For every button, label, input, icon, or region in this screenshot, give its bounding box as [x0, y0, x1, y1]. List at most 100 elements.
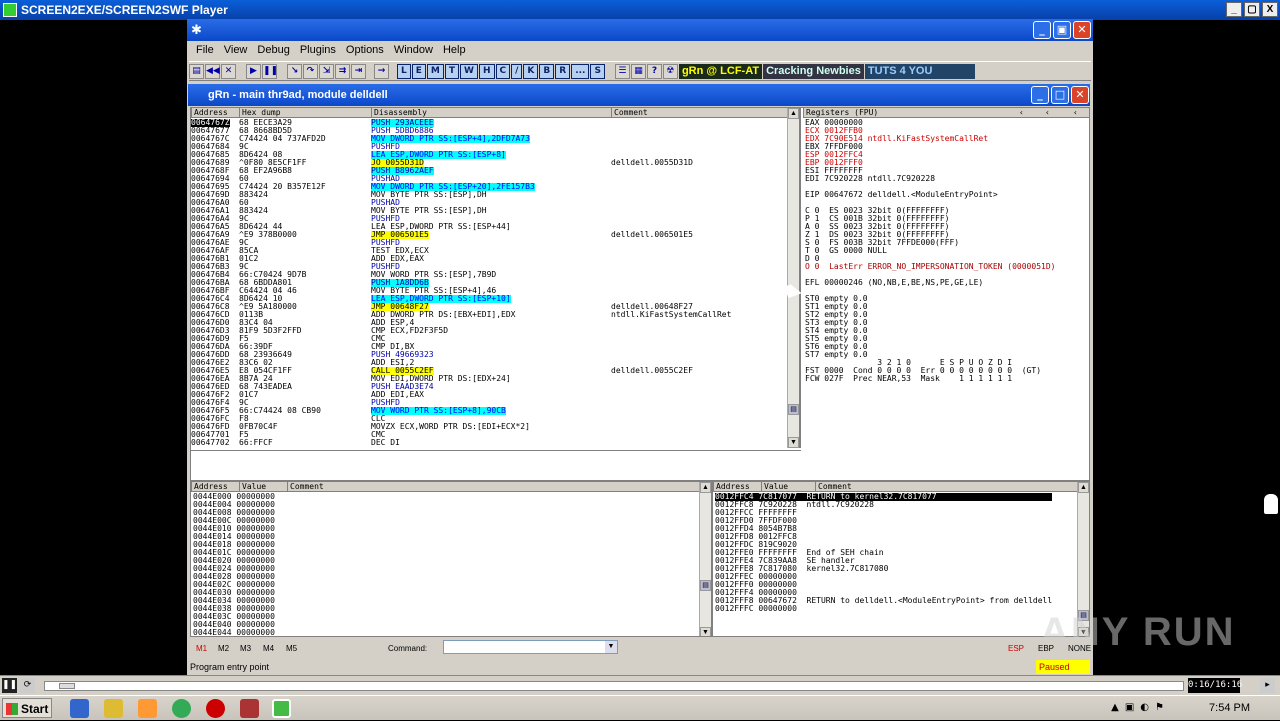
help-icon[interactable]: ? — [646, 63, 662, 79]
disassembly-pane[interactable]: Address Hex dump Disassembly Comment 006… — [191, 108, 801, 448]
col-address[interactable]: Address — [191, 108, 228, 118]
dump-col-value[interactable]: Value — [239, 482, 266, 492]
disasm-row[interactable]: 006476B1 01C2 ADD EDX,EAX — [191, 255, 791, 263]
tab-m4[interactable]: M4 — [263, 640, 274, 658]
loop-icon[interactable]: ⟳ — [20, 678, 35, 693]
disasm-row[interactable]: 006476A9 ^E9 378B0000 JMP 006501E5 delldell… — [191, 231, 791, 239]
olly-close-button[interactable]: ✕ — [1073, 21, 1091, 39]
pause-playback-icon[interactable]: ❚❚ — [2, 678, 17, 693]
disasm-row[interactable]: 006476A0 60 PUSHAD — [191, 199, 791, 207]
volume-icon[interactable]: ▸ — [1260, 678, 1275, 693]
tab-m1[interactable]: M1 — [196, 640, 207, 658]
menu-plugins[interactable]: Plugins — [295, 44, 341, 56]
dump-col-comment[interactable]: Comment — [287, 482, 324, 492]
chevron-down-icon[interactable]: ▼ — [605, 641, 617, 653]
tb-breakpoints[interactable]: B — [539, 63, 555, 79]
tb-modules[interactable]: E — [411, 63, 426, 79]
disasm-row[interactable]: 0064769D 883424 MOV BYTE PTR SS:[ESP],DH — [191, 191, 791, 199]
radiation-icon[interactable]: ☢ — [662, 63, 678, 79]
col-disassembly[interactable]: Disassembly — [371, 108, 427, 118]
menu-help[interactable]: Help — [438, 44, 471, 56]
tb-patches[interactable]: / — [511, 63, 523, 79]
restart-icon[interactable]: ◀◀ — [205, 63, 220, 79]
start-button[interactable]: Start — [2, 698, 52, 718]
tab-m3[interactable]: M3 — [240, 640, 251, 658]
tab-m5[interactable]: M5 — [286, 640, 297, 658]
disasm-row[interactable]: 00647695 C74424 20 B357E12F MOV DWORD PTR … — [191, 183, 791, 191]
disasm-row[interactable]: 006476CD 0113B ADD DWORD PTR DS:[EBX+EDI],… — [191, 311, 791, 319]
menu-view[interactable]: View — [219, 44, 253, 56]
goto-icon[interactable]: → — [374, 63, 389, 79]
stack-row[interactable]: 0012FFFC 00000000 — [715, 605, 1052, 613]
tb-source[interactable]: S — [590, 63, 605, 79]
playback-position[interactable] — [59, 683, 75, 689]
menu-file[interactable]: File — [191, 44, 219, 56]
media-player-icon[interactable] — [138, 699, 157, 718]
tb-log[interactable]: L — [397, 63, 411, 79]
player-task-icon[interactable] — [272, 699, 291, 718]
run-icon[interactable]: ▶ — [246, 63, 261, 79]
disasm-row[interactable]: 006476AF 85CA TEST EDX,ECX — [191, 247, 791, 255]
col-comment[interactable]: Comment — [611, 108, 648, 118]
stack-col-value[interactable]: Value — [761, 482, 788, 492]
list-icon[interactable]: ☰ — [614, 63, 630, 79]
menu-window[interactable]: Window — [389, 44, 438, 56]
disasm-row[interactable]: 0064768F 68 EF2A96B8 PUSH B8962AEF — [191, 167, 791, 175]
disasm-row[interactable]: 006476F5 66:C74424 08 CB90 MOV WORD PTR SS… — [191, 407, 791, 415]
pause-icon[interactable]: ❚❚ — [262, 63, 278, 79]
tb-memory[interactable]: M — [426, 63, 444, 79]
dump-col-address[interactable]: Address — [191, 482, 228, 492]
dump-scrollbar[interactable]: ▲ ▤ ▼ — [699, 482, 711, 636]
disasm-row[interactable]: 00647702 66:FFCF DEC DI — [191, 439, 791, 447]
disasm-row[interactable]: 006476DD 68 23936649 PUSH 49669323 — [191, 351, 791, 359]
disasm-row[interactable]: 006476AE 9C PUSHFD — [191, 239, 791, 247]
disassembly-scrollbar[interactable]: ▲ ▤ ▼ — [787, 108, 799, 448]
grid-icon[interactable]: ▦ — [630, 63, 646, 79]
menu-options[interactable]: Options — [341, 44, 389, 56]
tb-threads[interactable]: T — [444, 63, 460, 79]
tb-handles[interactable]: H — [478, 63, 495, 79]
regs-nav-left2-icon[interactable]: ‹ — [1043, 108, 1050, 118]
disasm-row[interactable]: 0064767C C74424 04 737AFD2D MOV DWORD PTR … — [191, 135, 791, 143]
tab-m2[interactable]: M2 — [218, 640, 229, 658]
trace-over-icon[interactable]: ⇉ — [335, 63, 350, 79]
stack-col-comment[interactable]: Comment — [815, 482, 852, 492]
explorer-icon[interactable] — [104, 699, 123, 718]
stack-pane[interactable]: Address Value Comment 0012FFC4 7C817077 … — [711, 480, 1089, 636]
olly-restore-button[interactable]: ▣ — [1053, 21, 1071, 39]
close-button[interactable]: X — [1262, 2, 1278, 17]
tb-callstack[interactable]: K — [523, 63, 539, 79]
chrome-icon[interactable] — [172, 699, 191, 718]
close-process-icon[interactable]: ✕ — [221, 63, 236, 79]
disasm-row[interactable]: 006476ED 68 743EADEA PUSH EAAD3E74 — [191, 383, 791, 391]
trace-into-icon[interactable]: ⇲ — [319, 63, 334, 79]
cpu-close-button[interactable]: ✕ — [1071, 86, 1089, 104]
regs-nav-right-icon[interactable]: ‹ — [1071, 108, 1078, 118]
disasm-row[interactable]: 006476D9 F5 CMC — [191, 335, 791, 343]
disasm-row[interactable]: 006476FD 0FB70C4F MOVZX ECX,WORD PTR DS:[E… — [191, 423, 791, 431]
disasm-row[interactable]: 00647701 F5 CMC — [191, 431, 791, 439]
maximize-button[interactable]: ▢ — [1244, 2, 1260, 17]
col-hexdump[interactable]: Hex dump — [239, 108, 281, 118]
step-over-icon[interactable]: ↷ — [303, 63, 318, 79]
tb-cpu[interactable]: C — [495, 63, 511, 79]
olly-minimize-button[interactable]: _ — [1033, 21, 1051, 39]
command-input[interactable]: ▼ — [443, 640, 618, 654]
tb-windows[interactable]: W — [460, 63, 478, 79]
app-icon[interactable] — [240, 699, 259, 718]
regs-nav-left-icon[interactable]: ‹ — [1017, 108, 1024, 118]
step-into-icon[interactable]: ↘ — [287, 63, 302, 79]
registers-pane[interactable]: Registers (FPU) ‹ ‹ ‹ EAX 00000000 ECX 00… — [803, 108, 1089, 478]
open-icon[interactable]: ▤ — [189, 63, 204, 79]
tb-runtrace[interactable]: ... — [571, 63, 590, 79]
menu-debug[interactable]: Debug — [252, 44, 294, 56]
dump-pane[interactable]: Address Value Comment 0044E000 00000000 0… — [191, 480, 711, 636]
dump-row[interactable]: 0044E044 00000000 — [193, 629, 275, 637]
ie-icon[interactable] — [70, 699, 89, 718]
disasm-row[interactable]: 006476D3 81F9 5D3F2FFD CMP ECX,FD2F3F5D — [191, 327, 791, 335]
tray-icons[interactable]: ▲▣◐⚑ — [1111, 702, 1170, 713]
reg-esp-toggle[interactable]: ESP — [1008, 640, 1024, 658]
opera-icon[interactable] — [206, 699, 225, 718]
disasm-row[interactable]: 006476A1 883424 MOV BYTE PTR SS:[ESP],DH — [191, 207, 791, 215]
tb-references[interactable]: R — [555, 63, 571, 79]
